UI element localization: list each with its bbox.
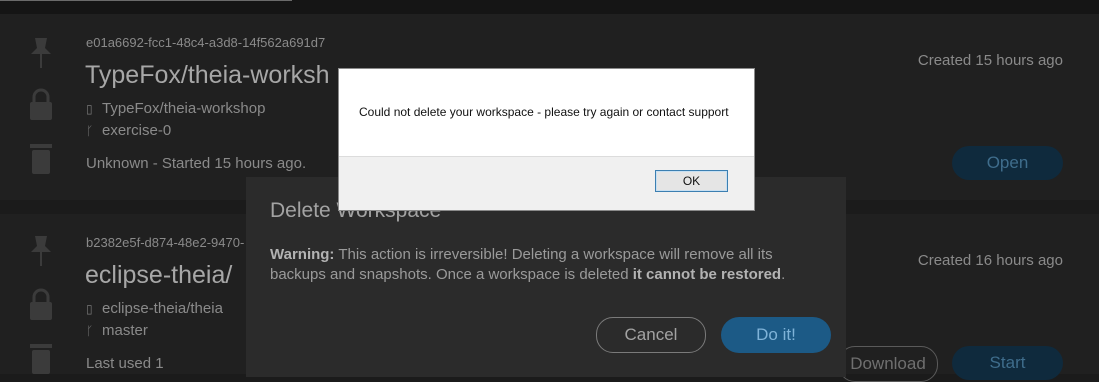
workspace-branch: ᚴ master <box>86 322 148 339</box>
branch-icon: ᚴ <box>86 124 94 138</box>
lock-icon[interactable] <box>26 288 56 322</box>
top-strip <box>0 0 1099 14</box>
repo-icon: ▯ <box>86 102 93 116</box>
pin-icon[interactable] <box>26 234 56 268</box>
workspace-branch-label: master <box>102 322 148 339</box>
workspace-repo: ▯ TypeFox/theia-workshop <box>86 100 265 117</box>
start-workspace-button[interactable]: Start <box>952 346 1063 380</box>
workspace-repo-label: TypeFox/theia-workshop <box>102 100 266 117</box>
workspace-repo-label: eclipse-theia/theia <box>102 300 223 317</box>
lock-icon[interactable] <box>26 88 56 122</box>
workspace-status: Last used 1 <box>86 355 164 372</box>
workspace-title[interactable]: eclipse-theia/ <box>85 261 232 290</box>
workspace-id: e01a6692-fcc1-48c4-a3d8-14f562a691d7 <box>86 35 326 50</box>
trash-icon[interactable] <box>26 142 56 176</box>
warning-label: Warning: <box>270 246 335 263</box>
alert-message: Could not delete your workspace - please… <box>359 105 729 119</box>
dialog-warning: Warning: This action is irreversible! De… <box>270 245 810 285</box>
trash-icon[interactable] <box>26 342 56 376</box>
workspace-title[interactable]: TypeFox/theia-worksh <box>85 61 330 90</box>
workspace-id: b2382e5f-d874-48e2-9470- <box>86 235 245 250</box>
pin-icon[interactable] <box>26 36 56 70</box>
workspace-created: Created 15 hours ago <box>917 52 1063 69</box>
cancel-button[interactable]: Cancel <box>596 317 706 353</box>
alert-ok-button[interactable]: OK <box>655 170 728 192</box>
branch-icon: ᚴ <box>86 324 94 338</box>
workspace-status: Unknown - Started 15 hours ago. <box>86 155 307 172</box>
alert-message-area: Could not delete your workspace - please… <box>339 69 754 157</box>
workspace-repo: ▯ eclipse-theia/theia <box>86 300 223 317</box>
open-workspace-button[interactable]: Open <box>952 146 1063 180</box>
repo-icon: ▯ <box>86 302 93 316</box>
warning-end: . <box>781 266 786 283</box>
warning-emphasis: it cannot be restored <box>632 266 782 283</box>
workspace-branch-label: exercise-0 <box>102 122 172 139</box>
alert-dialog: Could not delete your workspace - please… <box>338 68 755 211</box>
workspace-created: Created 16 hours ago <box>917 252 1063 269</box>
download-workspace-button[interactable]: Download <box>838 346 938 382</box>
workspace-branch: ᚴ exercise-0 <box>86 122 171 139</box>
top-divider <box>0 0 292 1</box>
confirm-delete-button[interactable]: Do it! <box>721 317 831 353</box>
